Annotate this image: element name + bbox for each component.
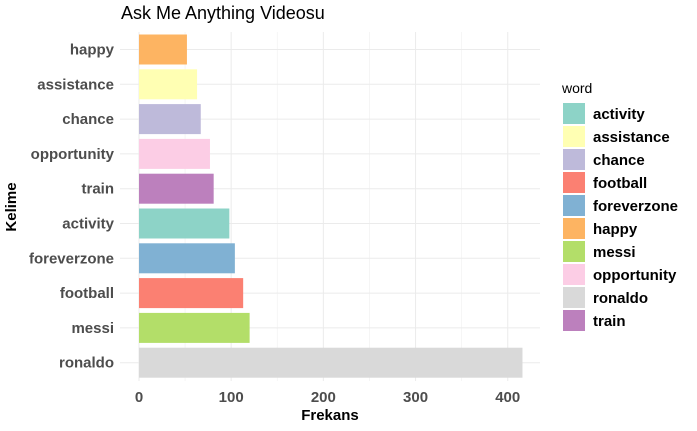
bar-ronaldo (139, 347, 523, 378)
legend-label: football (593, 175, 647, 192)
legend-label: activity (593, 106, 645, 123)
x-tick-label: 300 (403, 389, 428, 406)
bar-football (139, 278, 244, 309)
legend-key-opportunity (563, 264, 585, 285)
x-axis-title: Frekans (301, 407, 359, 424)
chart-title: Ask Me Anything Videosu (121, 3, 325, 23)
bar-assistance (139, 69, 198, 100)
legend-key-activity (563, 103, 585, 124)
legend-label: messi (593, 244, 636, 261)
y-tick-label: football (60, 285, 114, 302)
legend-label: ronaldo (593, 290, 648, 307)
x-tick-labels: 0 100 200 300 400 (135, 389, 520, 406)
y-tick-label: chance (62, 111, 114, 128)
legend-label: assistance (593, 129, 670, 146)
x-tick-label: 200 (311, 389, 336, 406)
y-tick-label: opportunity (31, 146, 115, 163)
bar-train (139, 173, 214, 204)
bar-foreverzone (139, 243, 235, 274)
y-tick-label: ronaldo (59, 355, 114, 372)
y-tick-label: messi (71, 320, 114, 337)
bar-chance (139, 104, 201, 135)
x-tick-label: 100 (219, 389, 244, 406)
legend-label: train (593, 313, 626, 330)
legend-key-train (563, 310, 585, 331)
legend-key-messi (563, 241, 585, 262)
y-tick-label: happy (70, 42, 115, 59)
x-tick-label: 0 (135, 389, 143, 406)
legend-title: word (561, 80, 592, 96)
bar-messi (139, 312, 250, 343)
bar-chart: Ask Me Anything Videosu happy assistance c… (3, 3, 678, 424)
legend-label: chance (593, 152, 645, 169)
bar-opportunity (139, 138, 210, 169)
legend-key-happy (563, 218, 585, 239)
y-tick-label: foreverzone (29, 250, 114, 267)
y-tick-label: assistance (37, 76, 114, 93)
bar-activity (139, 208, 230, 239)
legend: word activity assistance chance football for… (561, 80, 678, 331)
legend-key-chance (563, 149, 585, 170)
bar-happy (139, 34, 187, 65)
legend-key-ronaldo (563, 287, 585, 308)
legend-key-football (563, 172, 585, 193)
y-tick-labels: happy assistance chance opportunity train act… (29, 42, 115, 372)
y-axis-title: Kelime (3, 182, 20, 231)
y-tick-label: train (81, 181, 114, 198)
legend-key-assistance (563, 126, 585, 147)
legend-label: foreverzone (593, 198, 678, 215)
legend-label: happy (593, 221, 638, 238)
y-tick-label: activity (62, 216, 114, 233)
legend-key-foreverzone (563, 195, 585, 216)
bars (139, 34, 523, 378)
x-tick-label: 400 (495, 389, 520, 406)
legend-label: opportunity (593, 267, 677, 284)
